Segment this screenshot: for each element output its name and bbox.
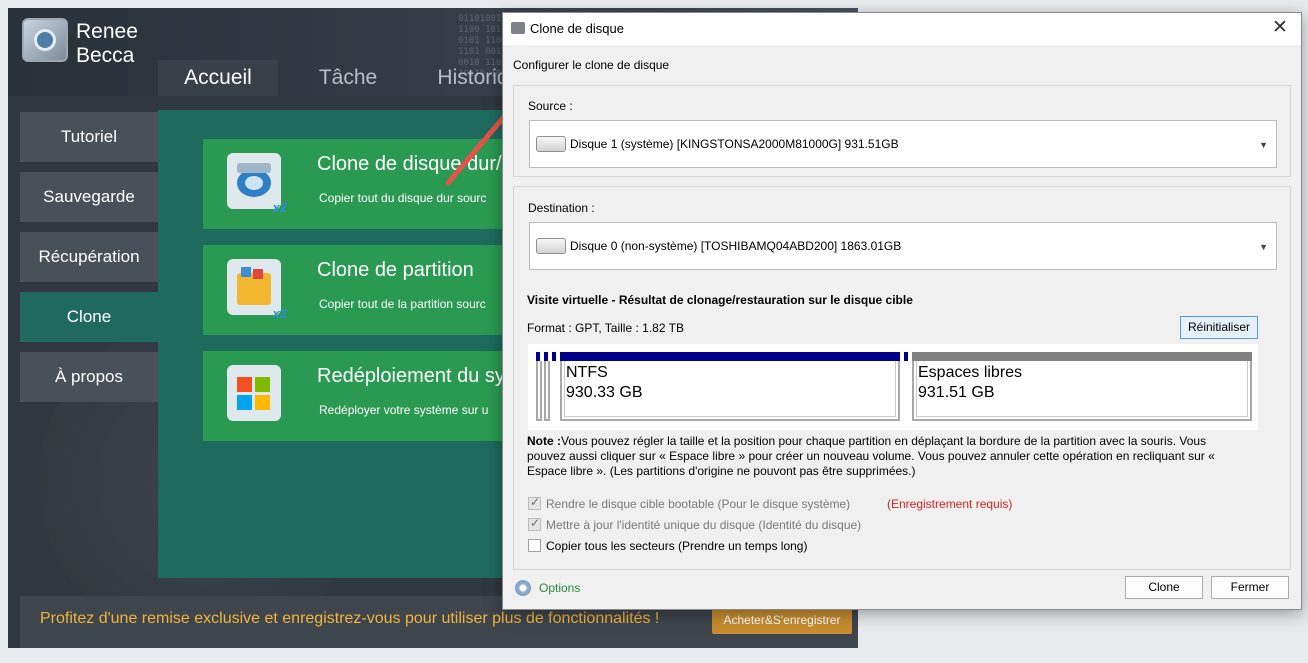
- clone-disk-dialog: Clone de disque ✕ Configurer le clone de…: [502, 12, 1302, 610]
- all-sectors-label: Copier tous les secteurs (Prendre un tem…: [546, 539, 808, 553]
- registration-required-text: (Enregistrement requis): [887, 497, 1013, 511]
- disk-format-size: Format : GPT, Taille : 1.82 TB: [527, 321, 684, 335]
- reserved-partition-bar: [544, 352, 548, 361]
- virtual-view-title: Visite virtuelle - Résultat de clonage/r…: [527, 293, 913, 307]
- options-gear-icon[interactable]: [515, 580, 531, 596]
- ntfs-partition[interactable]: NTFS 930.33 GB: [560, 361, 900, 421]
- clone-button[interactable]: Clone: [1125, 576, 1203, 599]
- sidebar-item-recuperation[interactable]: Récupération: [20, 232, 158, 282]
- bootable-checkbox[interactable]: ✓: [528, 495, 541, 510]
- hard-disk-icon: [536, 238, 566, 254]
- source-label: Source :: [528, 99, 573, 113]
- renee-becca-logo-icon: [22, 18, 68, 62]
- partition-name: Espaces libres: [918, 364, 1023, 381]
- sidebar-item-a-propos[interactable]: À propos: [20, 352, 158, 402]
- destination-disk-value: Disque 0 (non-système) [TOSHIBAMQ04ABD20…: [570, 239, 902, 253]
- disk-id-label: Mettre à jour l'identité unique du disqu…: [546, 518, 862, 532]
- feature-description: Redéployer votre système sur u: [319, 403, 489, 417]
- reserved-partition[interactable]: [536, 361, 542, 421]
- partition-clone-icon: x2: [227, 259, 287, 321]
- all-sectors-checkbox[interactable]: [528, 539, 541, 552]
- sidebar-item-tutoriel[interactable]: Tutoriel: [20, 112, 158, 162]
- free-space-bar: [912, 352, 1252, 361]
- close-icon[interactable]: ✕: [1269, 17, 1291, 39]
- note-text: Note :Vous pouvez régler la taille et la…: [527, 434, 1247, 479]
- reserved-partition[interactable]: [544, 361, 550, 421]
- feature-description: Copier tout de la partition sourc: [319, 297, 486, 311]
- reserved-partition-bar: [552, 352, 556, 361]
- note-label: Note :: [527, 434, 561, 448]
- dropdown-arrow-icon: ▼: [1259, 140, 1268, 150]
- note-body: Vous pouvez régler la taille et la posit…: [527, 434, 1215, 478]
- reserved-partition-bar: [536, 352, 540, 361]
- disk-id-checkbox[interactable]: ✓: [528, 516, 541, 531]
- app-name-line2: Becca: [76, 44, 135, 67]
- disk-app-icon: [511, 22, 525, 34]
- dialog-subtitle: Configurer le clone de disque: [513, 58, 670, 72]
- dialog-title: Clone de disque: [530, 21, 624, 36]
- partition-name: NTFS: [566, 364, 608, 381]
- virtual-disk-map: NTFS 930.33 GB Espaces libres 931.51 GB: [528, 344, 1258, 430]
- app-name-line1: Renee: [76, 20, 138, 43]
- source-disk-select[interactable]: Disque 1 (système) [KINGSTONSA2000M81000…: [529, 120, 1277, 168]
- promo-text: Profitez d'une remise exclusive et enreg…: [40, 610, 660, 627]
- feature-description: Copier tout du disque dur sourc: [319, 191, 487, 205]
- destination-disk-select[interactable]: Disque 0 (non-système) [TOSHIBAMQ04ABD20…: [529, 222, 1277, 270]
- sidebar-item-sauvegarde[interactable]: Sauvegarde: [20, 172, 158, 222]
- buy-register-button[interactable]: Acheter&S'enregistrer: [712, 606, 852, 634]
- disk-clone-icon: x2: [227, 153, 287, 215]
- destination-label: Destination :: [528, 201, 595, 215]
- feature-title: Redéploiement du sy: [317, 365, 505, 387]
- partition-separator-bar: [904, 352, 908, 361]
- sidebar-item-clone[interactable]: Clone: [20, 292, 158, 342]
- partition-size: 930.33 GB: [566, 384, 643, 401]
- feature-disk-clone[interactable]: x2 Clone de disque dur/ Copier tout du d…: [203, 139, 523, 229]
- partition-size: 931.51 GB: [918, 384, 995, 401]
- feature-partition-clone[interactable]: x2 Clone de partition Copier tout de la …: [203, 245, 523, 335]
- feature-title: Clone de disque dur/: [317, 153, 502, 175]
- dialog-titlebar: Clone de disque ✕: [503, 13, 1301, 45]
- bootable-label: Rendre le disque cible bootable (Pour le…: [546, 497, 851, 511]
- app-name: Renee Becca: [76, 20, 138, 68]
- hard-disk-icon: [536, 136, 566, 152]
- ntfs-partition-bar: [560, 352, 900, 361]
- feature-system-redeploy[interactable]: Redéploiement du sy Redéployer votre sys…: [203, 351, 523, 441]
- feature-title: Clone de partition: [317, 259, 474, 281]
- source-group: Source : Disque 1 (système) [KINGSTONSA2…: [513, 85, 1291, 177]
- options-link[interactable]: Options: [539, 581, 580, 595]
- tab-tache[interactable]: Tâche: [298, 60, 398, 100]
- windows-logo-icon: [227, 365, 281, 421]
- dropdown-arrow-icon: ▼: [1259, 242, 1268, 252]
- source-disk-value: Disque 1 (système) [KINGSTONSA2000M81000…: [570, 137, 899, 151]
- reset-button[interactable]: Réinitialiser: [1180, 316, 1258, 339]
- close-button[interactable]: Fermer: [1211, 576, 1289, 599]
- free-space-partition[interactable]: Espaces libres 931.51 GB: [912, 361, 1252, 421]
- tab-accueil[interactable]: Accueil: [158, 60, 278, 100]
